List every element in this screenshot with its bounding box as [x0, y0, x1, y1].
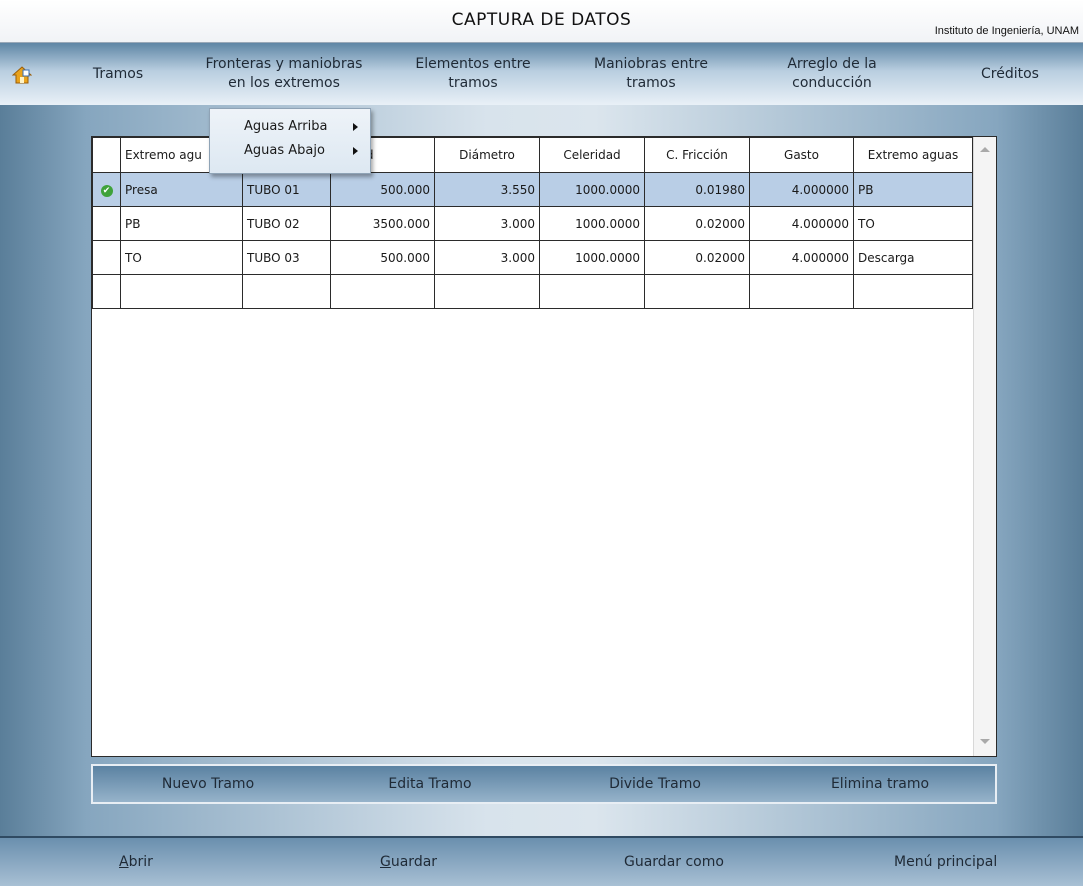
save-button[interactable]: Guardar — [380, 838, 437, 886]
table-row[interactable]: TO TUBO 03 500.000 3.000 1000.0000 0.020… — [92, 240, 973, 275]
row-header-corner — [92, 137, 121, 173]
row-selector[interactable] — [92, 240, 121, 275]
menu-fronteras[interactable]: Fronteras y maniobras en los extremos — [204, 43, 364, 105]
table-cell[interactable] — [853, 274, 973, 309]
table-cell[interactable]: 1000.0000 — [539, 240, 645, 275]
table-cell[interactable] — [434, 274, 540, 309]
row-selector[interactable]: ✔ — [92, 172, 121, 207]
column-header[interactable]: Celeridad — [539, 137, 645, 173]
table-cell[interactable] — [330, 274, 435, 309]
table-cell[interactable] — [120, 274, 243, 309]
row-selector[interactable] — [92, 274, 121, 309]
submenu-arrow-icon — [353, 123, 358, 131]
table-cell[interactable]: TUBO 02 — [242, 206, 331, 241]
table-cell[interactable]: TO — [853, 206, 973, 241]
menu-creditos[interactable]: Créditos — [970, 43, 1050, 105]
table-cell[interactable]: 4.000000 — [749, 172, 854, 207]
table-cell[interactable]: TUBO 01 — [242, 172, 331, 207]
table-cell[interactable]: 1000.0000 — [539, 206, 645, 241]
tramo-action-bar: Nuevo Tramo Edita Tramo Divide Tramo Eli… — [91, 764, 997, 804]
table-cell[interactable] — [242, 274, 331, 309]
scroll-down-arrow-icon[interactable] — [980, 739, 990, 744]
table-cell[interactable]: 1000.0000 — [539, 172, 645, 207]
title-bar: CAPTURA DE DATOS Instituto de Ingeniería… — [0, 0, 1083, 43]
menu-tramos[interactable]: Tramos — [86, 43, 150, 105]
table-cell[interactable]: 0.02000 — [644, 206, 750, 241]
vertical-scrollbar[interactable] — [973, 137, 996, 756]
open-button[interactable]: Abrir — [119, 838, 153, 886]
save-accelerator: G — [380, 854, 391, 870]
open-label: brir — [128, 854, 153, 870]
table-cell[interactable]: 4.000000 — [749, 240, 854, 275]
table-cell[interactable]: 500.000 — [330, 240, 435, 275]
table-cell[interactable] — [539, 274, 645, 309]
column-header[interactable]: Gasto — [749, 137, 854, 173]
table-cell[interactable]: PB — [120, 206, 243, 241]
fronteras-dropdown-menu: Aguas Arriba Aguas Abajo — [209, 108, 371, 174]
menu-elementos[interactable]: Elementos entre tramos — [408, 43, 538, 105]
table-cell[interactable]: Descarga — [853, 240, 973, 275]
column-header[interactable]: Diámetro — [434, 137, 540, 173]
table-cell[interactable]: PB — [853, 172, 973, 207]
scroll-up-arrow-icon[interactable] — [980, 147, 990, 152]
dropdown-item-label: Aguas Abajo — [244, 143, 325, 158]
table-cell[interactable]: 3.000 — [434, 206, 540, 241]
divide-tramo-button[interactable]: Divide Tramo — [580, 766, 730, 802]
table-row[interactable]: ✔ Presa TUBO 01 500.000 3.550 1000.0000 … — [92, 172, 973, 207]
window-title: CAPTURA DE DATOS — [451, 10, 632, 30]
save-label: uardar — [390, 854, 438, 870]
table-cell[interactable]: 3.550 — [434, 172, 540, 207]
table-cell[interactable]: TO — [120, 240, 243, 275]
table-row[interactable]: PB TUBO 02 3500.000 3.000 1000.0000 0.02… — [92, 206, 973, 241]
edit-tramo-button[interactable]: Edita Tramo — [355, 766, 505, 802]
home-icon[interactable] — [12, 66, 32, 84]
table-cell[interactable] — [749, 274, 854, 309]
main-menu-button[interactable]: Menú principal — [894, 838, 997, 886]
bottom-bar: Abrir Guardar Guardar como Menú principa… — [0, 836, 1083, 886]
column-header[interactable]: Extremo aguas — [853, 137, 973, 173]
open-accelerator: A — [119, 854, 129, 870]
save-as-button[interactable]: Guardar como — [624, 838, 724, 886]
table-cell[interactable]: 3.000 — [434, 240, 540, 275]
table-row-new[interactable] — [92, 274, 973, 309]
table-cell[interactable]: 0.01980 — [644, 172, 750, 207]
dropdown-item-label: Aguas Arriba — [244, 119, 328, 134]
table-cell[interactable]: 500.000 — [330, 172, 435, 207]
data-grid: Extremo agu ngitud Diámetro Celeridad C.… — [91, 136, 997, 757]
new-tramo-button[interactable]: Nuevo Tramo — [133, 766, 283, 802]
delete-tramo-button[interactable]: Elimina tramo — [805, 766, 955, 802]
table-cell[interactable] — [644, 274, 750, 309]
institution-label: Instituto de Ingeniería, UNAM — [934, 25, 1079, 37]
dropdown-item-aguas-abajo[interactable]: Aguas Abajo — [210, 140, 370, 162]
table-cell[interactable]: 4.000000 — [749, 206, 854, 241]
check-icon: ✔ — [100, 185, 113, 197]
menu-bar: Tramos Fronteras y maniobras en los extr… — [0, 43, 1083, 105]
submenu-arrow-icon — [353, 147, 358, 155]
menu-arreglo[interactable]: Arreglo de la conducción — [770, 43, 894, 105]
menu-maniobras[interactable]: Maniobras entre tramos — [580, 43, 722, 105]
table-cell[interactable]: TUBO 03 — [242, 240, 331, 275]
dropdown-item-aguas-arriba[interactable]: Aguas Arriba — [210, 116, 370, 138]
row-selector[interactable] — [92, 206, 121, 241]
table-cell[interactable]: 3500.000 — [330, 206, 435, 241]
table-cell[interactable]: 0.02000 — [644, 240, 750, 275]
table-cell[interactable]: Presa — [120, 172, 243, 207]
column-header[interactable]: C. Fricción — [644, 137, 750, 173]
